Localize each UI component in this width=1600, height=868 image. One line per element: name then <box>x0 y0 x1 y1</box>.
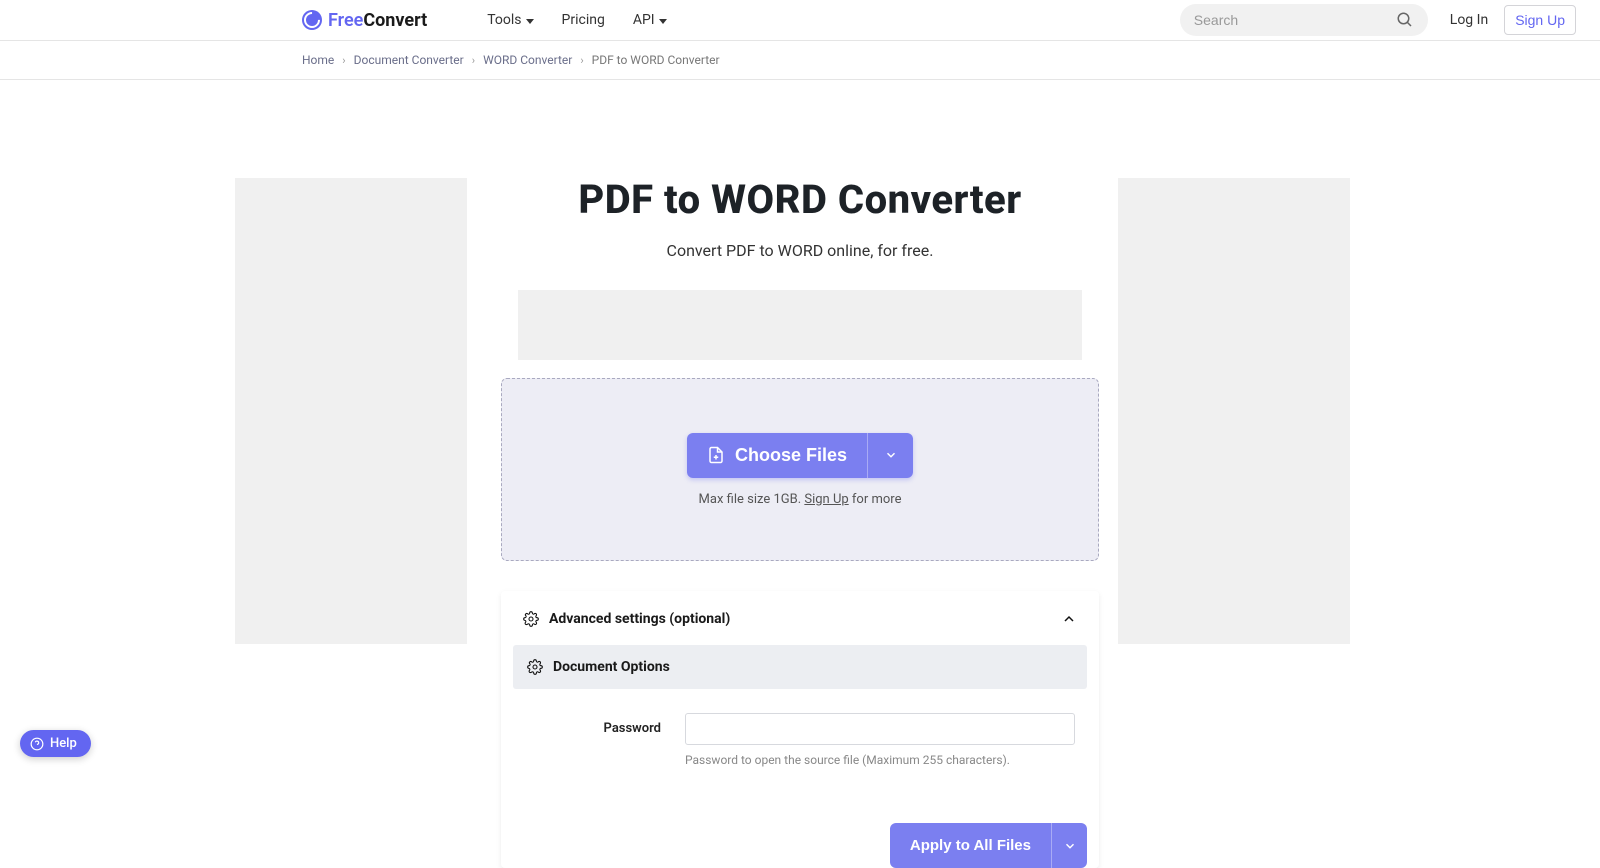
apply-dropdown[interactable] <box>1051 823 1087 868</box>
advanced-settings-title: Advanced settings (optional) <box>549 611 1051 627</box>
signup-button[interactable]: Sign Up <box>1504 5 1576 35</box>
size-note-prefix: Max file size 1GB. <box>699 492 805 507</box>
main-nav: Tools Pricing API <box>487 12 666 28</box>
login-link[interactable]: Log In <box>1450 12 1488 28</box>
nav-api[interactable]: API <box>633 12 667 28</box>
file-add-icon <box>707 445 725 465</box>
logo-text-free: Free <box>328 10 363 31</box>
nav-tools-label: Tools <box>487 12 521 28</box>
advanced-settings-toggle[interactable]: Advanced settings (optional) <box>501 591 1099 645</box>
search-input[interactable] <box>1194 12 1388 28</box>
search-icon <box>1396 11 1414 29</box>
choose-files-label: Choose Files <box>735 445 847 466</box>
page-subtitle: Convert PDF to WORD online, for free. <box>501 241 1099 260</box>
password-help-text: Password to open the source file (Maximu… <box>685 753 1075 767</box>
document-options-label: Document Options <box>553 659 670 675</box>
file-dropzone[interactable]: Choose Files Max file size 1GB. Sign Up … <box>501 378 1099 561</box>
nav-pricing-label: Pricing <box>562 12 605 28</box>
chevron-right-icon: › <box>472 54 475 67</box>
logo-link[interactable]: FreeConvert <box>302 10 427 31</box>
page-content: PDF to WORD Converter Convert PDF to WOR… <box>0 80 1600 868</box>
document-options-section: Document Options <box>513 645 1087 689</box>
ad-slot-right <box>1118 178 1350 644</box>
breadcrumb: Home › Document Converter › WORD Convert… <box>0 41 1600 79</box>
ad-slot-banner <box>518 290 1082 360</box>
password-label: Password <box>525 713 661 736</box>
advanced-settings-card: Advanced settings (optional) Document Op… <box>501 591 1099 868</box>
chevron-down-icon <box>526 19 534 24</box>
help-label: Help <box>50 736 77 751</box>
nav-tools[interactable]: Tools <box>487 12 533 28</box>
choose-files-dropdown[interactable] <box>867 433 913 478</box>
chevron-down-icon <box>884 448 898 462</box>
logo-text-convert: Convert <box>363 10 427 31</box>
breadcrumb-bar: Home › Document Converter › WORD Convert… <box>0 41 1600 80</box>
logo-icon <box>302 10 322 30</box>
page-title: PDF to WORD Converter <box>501 176 1099 223</box>
file-size-note: Max file size 1GB. Sign Up for more <box>699 492 902 507</box>
nav-api-label: API <box>633 12 655 28</box>
chevron-down-icon <box>659 19 667 24</box>
chevron-up-icon <box>1061 611 1077 627</box>
apply-row: Apply to All Files <box>501 767 1099 868</box>
search-field[interactable] <box>1180 4 1428 36</box>
chevron-right-icon: › <box>580 54 583 67</box>
signup-link-inline[interactable]: Sign Up <box>804 492 848 507</box>
chevron-down-icon <box>1063 839 1077 853</box>
password-input[interactable] <box>685 713 1075 745</box>
gear-icon <box>527 659 543 675</box>
breadcrumb-home[interactable]: Home <box>302 53 334 67</box>
ad-slot-left <box>235 178 467 644</box>
chevron-right-icon: › <box>342 54 345 67</box>
help-icon <box>30 737 44 751</box>
nav-pricing[interactable]: Pricing <box>562 12 605 28</box>
choose-files-group: Choose Files <box>687 433 913 478</box>
auth-group: Log In Sign Up <box>1450 5 1576 35</box>
top-header: FreeConvert Tools Pricing API Log In Sig… <box>0 0 1600 41</box>
password-row: Password Password to open the source fil… <box>501 689 1099 767</box>
breadcrumb-current: PDF to WORD Converter <box>592 53 720 67</box>
choose-files-button[interactable]: Choose Files <box>687 433 867 478</box>
gear-icon <box>523 611 539 627</box>
apply-all-button[interactable]: Apply to All Files <box>890 823 1051 868</box>
breadcrumb-word-converter[interactable]: WORD Converter <box>483 53 572 67</box>
help-button[interactable]: Help <box>20 730 91 757</box>
size-note-suffix: for more <box>849 492 902 507</box>
breadcrumb-document-converter[interactable]: Document Converter <box>354 53 464 67</box>
